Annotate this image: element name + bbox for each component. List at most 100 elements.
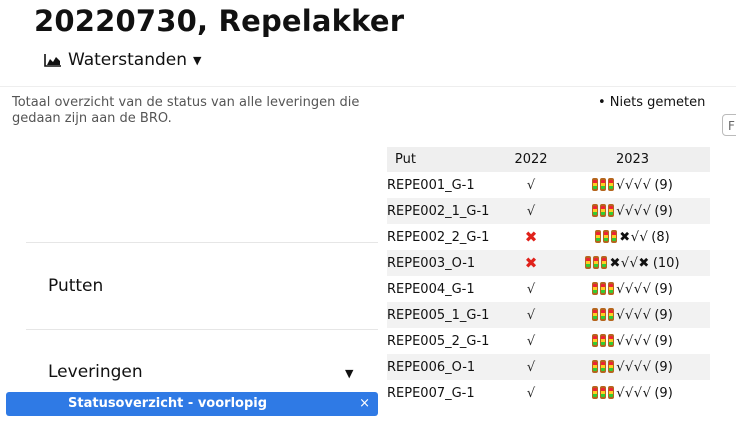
remove-option-button[interactable]: × bbox=[359, 396, 370, 411]
putten-label: Putten bbox=[48, 276, 104, 296]
traffic-light-icon bbox=[600, 203, 607, 217]
cell-put: REPE005_2_G-1 bbox=[387, 333, 490, 349]
traffic-light-icon bbox=[585, 255, 592, 269]
cell-put: REPE002_1_G-1 bbox=[387, 198, 507, 224]
filter-input[interactable]: F bbox=[722, 114, 736, 136]
cell-2023-status: √√√√ (9) bbox=[555, 276, 710, 302]
traffic-light-icon bbox=[608, 307, 615, 321]
cell-2023-status: √√√√ (9) bbox=[555, 328, 710, 354]
selected-option-label: Statusoverzicht - voorlopig bbox=[68, 396, 268, 411]
divider bbox=[0, 86, 736, 87]
table-row: REPE002_2_G-1 ✖ ✖√√ (8) bbox=[387, 224, 710, 250]
check-icon: √ bbox=[526, 281, 536, 297]
legend-text: • Niets gemeten bbox=[598, 95, 706, 110]
delivery-count: (9) bbox=[654, 359, 673, 375]
table-row: REPE002_1_G-1 √ √√√√ (9) bbox=[387, 198, 710, 224]
traffic-light-icon bbox=[592, 281, 599, 295]
table-header-row: Put 2022 2023 bbox=[387, 147, 710, 172]
traffic-light-icon bbox=[608, 203, 615, 217]
status-marks: √√√√ bbox=[616, 333, 652, 349]
divider bbox=[26, 329, 378, 330]
table-row: REPE005_1_G-1 √ √√√√ (9) bbox=[387, 302, 710, 328]
cell-2022-status: √ bbox=[507, 198, 555, 224]
cell-put: REPE004_G-1 bbox=[387, 281, 475, 297]
divider bbox=[26, 242, 378, 243]
cross-icon: ✖ bbox=[524, 228, 538, 246]
check-icon: √ bbox=[526, 307, 536, 323]
status-marks: ✖√√ bbox=[619, 229, 649, 245]
leveringen-label: Leveringen bbox=[48, 362, 143, 382]
delivery-count: (9) bbox=[654, 333, 673, 349]
cell-put: REPE007_G-1 bbox=[387, 385, 475, 401]
traffic-light-icon bbox=[592, 177, 599, 191]
description-text: Totaal overzicht van de status van alle … bbox=[12, 95, 360, 126]
cell-2023-status: √√√√ (9) bbox=[555, 380, 710, 406]
traffic-light-icon bbox=[592, 333, 599, 347]
traffic-light-icon bbox=[600, 307, 607, 321]
cell-2023-status: √√√√ (9) bbox=[555, 302, 710, 328]
chevron-down-icon: ▼ bbox=[193, 53, 202, 67]
cell-2022-status: √ bbox=[507, 302, 555, 328]
traffic-light-icon bbox=[608, 359, 615, 373]
cell-2023-status: ✖√√✖ (10) bbox=[555, 250, 710, 276]
table-row: REPE005_2_G-1 √ √√√√ (9) bbox=[387, 328, 710, 354]
table-row: REPE003_O-1 ✖ ✖√√✖ (10) bbox=[387, 250, 710, 276]
check-icon: √ bbox=[526, 359, 536, 375]
leveringen-dropdown-toggle[interactable]: ▼ bbox=[345, 367, 353, 380]
status-table: Put 2022 2023 REPE001_G-1 √ √√√√ (9) REPE002… bbox=[387, 147, 710, 406]
status-marks: √√√√ bbox=[616, 177, 652, 193]
delivery-count: (9) bbox=[654, 203, 673, 219]
traffic-light-icon bbox=[608, 385, 615, 399]
cell-2022-status: ✖ bbox=[507, 250, 555, 276]
status-marks: √√√√ bbox=[616, 281, 652, 297]
traffic-light-icon bbox=[592, 385, 599, 399]
check-icon: √ bbox=[526, 333, 536, 349]
section-dropdown[interactable]: Waterstanden ▼ bbox=[44, 48, 201, 72]
cell-2023-status: √√√√ (9) bbox=[555, 172, 710, 198]
column-header-2023[interactable]: 2023 bbox=[555, 147, 710, 172]
traffic-light-icon bbox=[608, 333, 615, 347]
traffic-light-icon bbox=[592, 307, 599, 321]
traffic-light-icon bbox=[611, 229, 618, 243]
cell-put: REPE001_G-1 bbox=[387, 177, 475, 193]
cell-2023-status: √√√√ (9) bbox=[555, 198, 710, 224]
traffic-light-icon bbox=[608, 177, 615, 191]
cell-2022-status: √ bbox=[507, 328, 555, 354]
status-marks: √√√√ bbox=[616, 203, 652, 219]
cell-put: REPE002_2_G-1 bbox=[387, 229, 490, 245]
cell-put: REPE005_1_G-1 bbox=[387, 302, 507, 328]
check-icon: √ bbox=[526, 177, 536, 193]
status-marks: √√√√ bbox=[616, 307, 652, 323]
traffic-light-icon bbox=[608, 281, 615, 295]
delivery-count: (9) bbox=[654, 307, 673, 323]
traffic-light-icon bbox=[600, 281, 607, 295]
selected-option-pill[interactable]: Statusoverzicht - voorlopig × bbox=[6, 392, 378, 416]
check-icon: √ bbox=[526, 203, 536, 219]
status-marks: √√√√ bbox=[616, 359, 652, 375]
status-marks: √√√√ bbox=[616, 385, 652, 401]
traffic-light-icon bbox=[600, 385, 607, 399]
area-chart-icon bbox=[44, 54, 61, 67]
cell-put: REPE006_O-1 bbox=[387, 354, 507, 380]
cell-2023-status: ✖√√ (8) bbox=[555, 224, 710, 250]
cell-2022-status: √ bbox=[507, 354, 555, 380]
column-header-put[interactable]: Put bbox=[387, 147, 507, 172]
traffic-light-icon bbox=[601, 255, 608, 269]
column-header-2022[interactable]: 2022 bbox=[507, 147, 555, 172]
traffic-light-icon bbox=[600, 359, 607, 373]
traffic-light-icon bbox=[592, 359, 599, 373]
cross-icon: ✖ bbox=[524, 254, 538, 272]
traffic-light-icon bbox=[600, 333, 607, 347]
delivery-count: (10) bbox=[652, 255, 680, 271]
table-row: REPE006_O-1 √ √√√√ (9) bbox=[387, 354, 710, 380]
delivery-count: (9) bbox=[654, 281, 673, 297]
table-row: REPE001_G-1 √ √√√√ (9) bbox=[387, 172, 710, 198]
traffic-light-icon bbox=[603, 229, 610, 243]
cell-2022-status: ✖ bbox=[507, 224, 555, 250]
traffic-light-icon bbox=[592, 203, 599, 217]
table-row: REPE007_G-1 √ √√√√ (9) bbox=[387, 380, 710, 406]
page-title: 20220730, Repelakker bbox=[34, 4, 405, 38]
delivery-count: (9) bbox=[654, 177, 673, 193]
cell-2022-status: √ bbox=[507, 380, 555, 406]
cell-2022-status: √ bbox=[507, 276, 555, 302]
